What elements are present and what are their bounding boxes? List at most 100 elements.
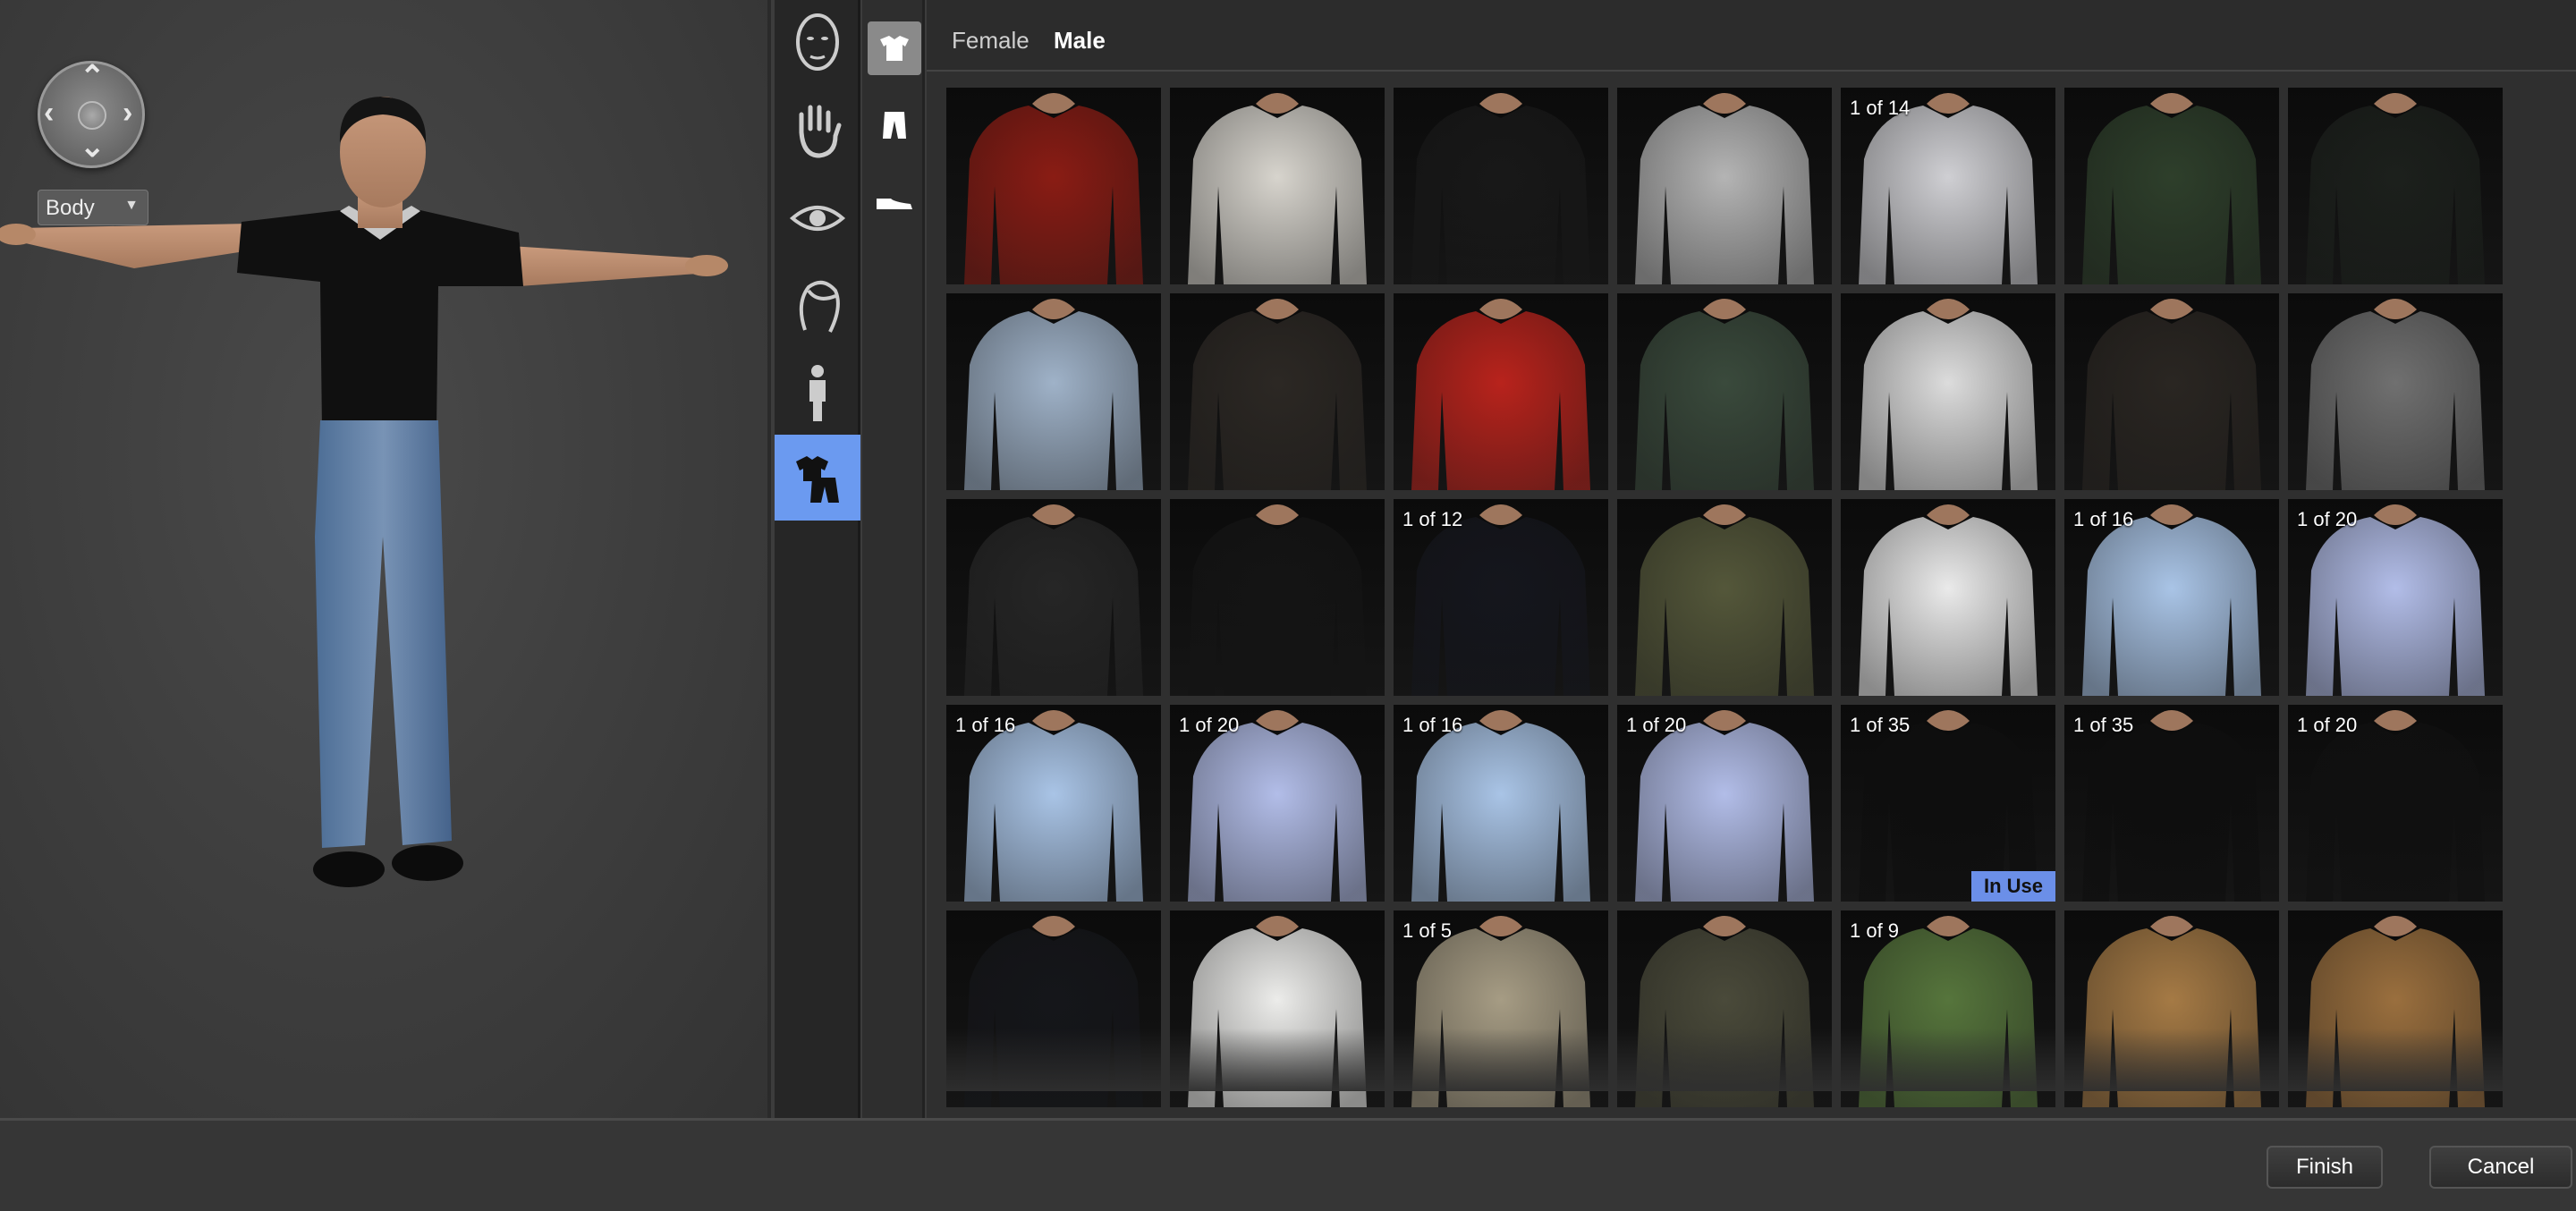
category-face[interactable] xyxy=(775,0,860,86)
outfit-tile[interactable] xyxy=(1617,88,1832,284)
variant-count: 1 of 5 xyxy=(1402,919,1453,942)
outfit-tile[interactable]: 1 of 12 xyxy=(1394,499,1608,696)
finish-button[interactable]: Finish xyxy=(2267,1146,2383,1189)
variant-count: 1 of 20 xyxy=(2297,508,2358,530)
arrow-down-icon[interactable]: ⌄ xyxy=(80,131,106,162)
outfit-tile[interactable] xyxy=(946,499,1161,696)
garment-thumbnail xyxy=(2082,299,2261,490)
subcategory-tops[interactable] xyxy=(868,21,921,75)
garment-thumbnail xyxy=(964,504,1143,696)
outfit-tile[interactable] xyxy=(946,293,1161,490)
variant-count: 1 of 16 xyxy=(2073,508,2134,530)
outfit-tile[interactable] xyxy=(1841,499,2055,696)
category-hair[interactable] xyxy=(775,263,860,349)
footer-bar: Finish Cancel xyxy=(0,1118,2576,1211)
outfit-tile[interactable]: 1 of 20 xyxy=(2288,499,2503,696)
pants-icon xyxy=(883,112,906,139)
garment-thumbnail xyxy=(964,299,1143,490)
category-eyes[interactable] xyxy=(775,175,860,261)
garment-thumbnail xyxy=(2306,93,2485,284)
shirt-icon xyxy=(880,36,909,61)
outfit-tile[interactable] xyxy=(1170,88,1385,284)
outfit-tile[interactable]: 1 of 16 xyxy=(946,705,1161,902)
garment-thumbnail xyxy=(1635,93,1814,284)
body-select[interactable]: Body ▼ xyxy=(38,190,148,225)
garment-thumbnail xyxy=(1188,504,1367,696)
outfit-tile[interactable]: 1 of 35 In Use xyxy=(1841,705,2055,902)
cancel-button[interactable]: Cancel xyxy=(2429,1146,2572,1189)
variant-count: 1 of 16 xyxy=(955,714,1016,736)
arrow-left-icon[interactable]: ‹ xyxy=(44,97,54,128)
clothing-icon xyxy=(796,456,839,503)
hair-icon xyxy=(799,280,840,333)
shoes-icon xyxy=(877,199,912,209)
in-use-badge: In Use xyxy=(1970,871,2055,902)
camera-center-button[interactable] xyxy=(78,101,106,130)
body-icon xyxy=(809,365,826,421)
subcategory-column xyxy=(862,0,925,1118)
outfit-tile[interactable] xyxy=(1841,293,2055,490)
garment-thumbnail xyxy=(1859,504,2038,696)
category-body[interactable] xyxy=(775,351,860,436)
garment-thumbnail xyxy=(1411,93,1590,284)
subcategory-bottoms[interactable] xyxy=(868,98,921,152)
outfit-tile[interactable]: 1 of 20 xyxy=(2288,705,2503,902)
camera-nav-control[interactable]: ⌃ ‹ › ⌄ xyxy=(38,61,145,168)
outfit-tile[interactable] xyxy=(2064,293,2279,490)
hand-icon xyxy=(799,105,842,158)
outfit-tile[interactable]: 1 of 35 xyxy=(2064,705,2279,902)
body-select-value: Body xyxy=(46,196,95,220)
outfit-tile[interactable] xyxy=(1617,499,1832,696)
variant-count: 1 of 14 xyxy=(1850,97,1911,119)
grid-fade xyxy=(946,1029,2521,1091)
outfit-tile[interactable] xyxy=(1170,293,1385,490)
outfit-catalog: Female Male 1 of 14 1 of 12 1 of 16 1 of 20… xyxy=(927,0,2576,1118)
outfit-tile[interactable] xyxy=(2064,88,2279,284)
outfit-tile[interactable] xyxy=(946,88,1161,284)
garment-thumbnail xyxy=(1188,93,1367,284)
category-hands[interactable] xyxy=(775,88,860,174)
garment-thumbnail xyxy=(1635,299,1814,490)
category-clothing[interactable] xyxy=(775,435,860,521)
outfit-tile[interactable]: 1 of 20 xyxy=(1170,705,1385,902)
outfit-tile[interactable]: 1 of 16 xyxy=(1394,705,1608,902)
outfit-tile[interactable]: 1 of 16 xyxy=(2064,499,2279,696)
garment-thumbnail xyxy=(964,93,1143,284)
outfit-tile[interactable] xyxy=(1394,88,1608,284)
arrow-up-icon[interactable]: ⌃ xyxy=(80,62,106,92)
tab-female[interactable]: Female xyxy=(952,27,1030,55)
avatar-figure[interactable] xyxy=(0,0,771,1118)
tab-male[interactable]: Male xyxy=(1054,27,1106,55)
outfit-grid: 1 of 14 1 of 12 1 of 16 1 of 20 1 of 16 1 of … xyxy=(946,88,2521,1107)
avatar-editor: ⌃ ‹ › ⌄ Body ▼ Female Male 1 of 14 1 of … xyxy=(0,0,2576,1211)
variant-count: 1 of 12 xyxy=(1402,508,1463,530)
garment-thumbnail xyxy=(2082,93,2261,284)
variant-count: 1 of 20 xyxy=(1179,714,1240,736)
garment-thumbnail xyxy=(1635,504,1814,696)
garment-thumbnail xyxy=(1411,299,1590,490)
garment-thumbnail xyxy=(1188,299,1367,490)
garment-thumbnail xyxy=(1859,299,2038,490)
subcategory-shoes[interactable] xyxy=(868,175,921,229)
variant-count: 1 of 35 xyxy=(2073,714,2134,736)
outfit-tile[interactable] xyxy=(2288,88,2503,284)
arrow-right-icon[interactable]: › xyxy=(123,97,132,128)
variant-count: 1 of 20 xyxy=(2297,714,2358,736)
category-column xyxy=(775,0,860,1118)
variant-count: 1 of 16 xyxy=(1402,714,1463,736)
gender-tabs: Female Male xyxy=(927,0,2576,72)
eye-icon xyxy=(789,206,846,231)
outfit-tile[interactable] xyxy=(1170,499,1385,696)
variant-count: 1 of 9 xyxy=(1850,919,1900,942)
chevron-down-icon: ▼ xyxy=(124,198,139,213)
outfit-tile[interactable] xyxy=(1617,293,1832,490)
face-icon xyxy=(796,13,839,71)
outfit-tile[interactable]: 1 of 14 xyxy=(1841,88,2055,284)
garment-thumbnail xyxy=(2306,299,2485,490)
variant-count: 1 of 20 xyxy=(1626,714,1687,736)
avatar-preview[interactable]: ⌃ ‹ › ⌄ Body ▼ xyxy=(0,0,771,1118)
outfit-tile[interactable] xyxy=(2288,293,2503,490)
outfit-tile[interactable]: 1 of 20 xyxy=(1617,705,1832,902)
outfit-tile[interactable] xyxy=(1394,293,1608,490)
variant-count: 1 of 35 xyxy=(1850,714,1911,736)
